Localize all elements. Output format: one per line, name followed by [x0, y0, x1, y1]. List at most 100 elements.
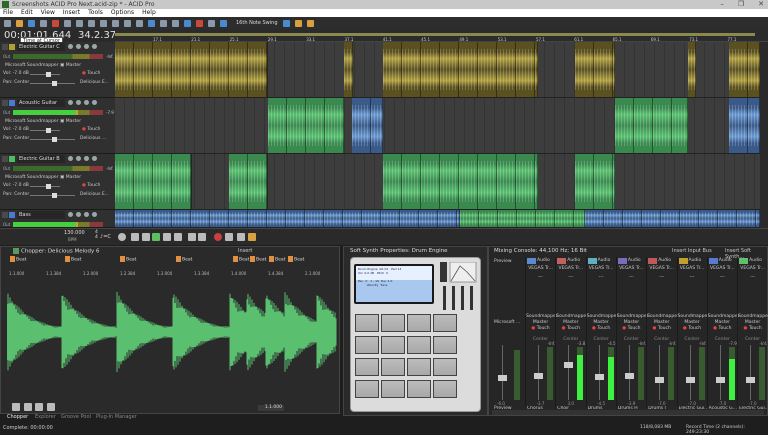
audio-event[interactable]: [287, 98, 306, 153]
channel-plugin[interactable]: VEGAS Tr...: [678, 266, 707, 271]
channel-output[interactable]: Soundmapper: [647, 314, 679, 319]
fx-icon[interactable]: [68, 44, 73, 49]
audio-event[interactable]: [440, 42, 459, 97]
track-output-device[interactable]: Microsoft Soundmapper ▣ Master: [5, 119, 81, 124]
chopper-insert-button[interactable]: Insert: [238, 248, 252, 254]
audio-event[interactable]: [459, 42, 478, 97]
audio-event[interactable]: [438, 210, 457, 227]
track-lane[interactable]: [115, 42, 760, 98]
drum-pad[interactable]: [355, 314, 379, 332]
drum-pad[interactable]: [433, 336, 457, 354]
punch-out-button[interactable]: [248, 233, 256, 241]
audio-event[interactable]: [672, 98, 688, 153]
menu-help[interactable]: Help: [142, 9, 156, 17]
chopper-go-end-button[interactable]: [47, 403, 55, 411]
audio-event[interactable]: [402, 154, 421, 209]
mute-icon[interactable]: [76, 156, 81, 161]
channel-plugin-slot[interactable]: ---: [617, 275, 646, 280]
audio-event[interactable]: [383, 154, 402, 209]
track-lane[interactable]: [115, 154, 760, 210]
solo-icon[interactable]: [84, 212, 89, 217]
render-icon[interactable]: [40, 19, 47, 27]
tab-plugin-manager[interactable]: Plug-In Manager: [96, 414, 137, 421]
snap-icon[interactable]: [136, 19, 143, 27]
audio-event[interactable]: [115, 154, 134, 209]
track-header[interactable]: Electric Guitar B Out -Inf. Microsoft So…: [0, 154, 115, 210]
audio-event[interactable]: [229, 42, 248, 97]
audio-event[interactable]: [267, 210, 286, 227]
audio-event[interactable]: [478, 154, 497, 209]
chopper-stop-button[interactable]: [35, 403, 43, 411]
audio-event[interactable]: [594, 42, 613, 97]
audio-event[interactable]: [613, 42, 615, 97]
close-button[interactable]: ✕: [758, 0, 764, 9]
audio-event[interactable]: [575, 154, 594, 209]
channel-plugin[interactable]: VEGAS Tr...: [617, 266, 646, 271]
channel-automation[interactable]: ● Touch: [678, 326, 707, 331]
menu-edit[interactable]: Edit: [21, 9, 33, 17]
fx-icon[interactable]: [68, 156, 73, 161]
track-name[interactable]: Bass: [17, 211, 65, 219]
loop-playback-button[interactable]: [131, 233, 139, 241]
audio-event[interactable]: [517, 210, 536, 227]
channel-fader-track[interactable]: [659, 345, 661, 400]
drum-pad[interactable]: [381, 314, 405, 332]
fader-3[interactable]: [461, 286, 464, 310]
erase-tool-icon[interactable]: [196, 19, 203, 27]
new-icon[interactable]: [4, 19, 11, 27]
channel-plugin[interactable]: VEGAS Tr...: [556, 266, 585, 271]
track-header[interactable]: Electric Guitar C Out -Inf. Microsoft So…: [0, 42, 115, 98]
audio-event[interactable]: [325, 98, 344, 153]
audio-event[interactable]: [153, 154, 172, 209]
channel-automation[interactable]: ● Touch: [738, 326, 767, 331]
vertical-scrollbar[interactable]: [760, 42, 768, 228]
chopper-play-button[interactable]: [24, 403, 32, 411]
track-output-device[interactable]: Microsoft Soundmapper ▣ Master: [5, 175, 81, 180]
open-icon[interactable]: [16, 19, 23, 27]
track-name[interactable]: Electric Guitar C: [17, 43, 65, 51]
audio-event[interactable]: [191, 42, 210, 97]
drum-pad[interactable]: [355, 380, 379, 398]
channel-output[interactable]: Soundmapper: [587, 314, 619, 319]
arm-icon[interactable]: [92, 156, 97, 161]
audio-event[interactable]: [575, 42, 594, 97]
audio-event[interactable]: [498, 210, 517, 227]
drum-pad[interactable]: [433, 358, 457, 376]
audio-event[interactable]: [421, 154, 440, 209]
audio-event[interactable]: [516, 42, 535, 97]
audio-event[interactable]: [535, 154, 538, 209]
audio-event[interactable]: [172, 154, 191, 209]
drum-pad[interactable]: [433, 380, 457, 398]
scissors-icon[interactable]: [124, 19, 131, 27]
volume-thumb[interactable]: [46, 128, 51, 133]
audio-event[interactable]: [362, 210, 381, 227]
track-lane[interactable]: [115, 210, 760, 228]
pan-thumb[interactable]: [52, 81, 57, 86]
track-name[interactable]: Electric Guitar B: [17, 155, 65, 163]
pan-thumb[interactable]: [52, 193, 57, 198]
audio-event[interactable]: [383, 42, 402, 97]
track-plugin[interactable]: Delicious ...: [80, 136, 106, 141]
audio-event[interactable]: [191, 154, 192, 209]
track-lanes[interactable]: [115, 42, 760, 228]
play-from-start-button[interactable]: [142, 233, 150, 241]
channel-automation[interactable]: ● Touch: [526, 326, 555, 331]
audio-event[interactable]: [748, 98, 760, 153]
channel-fader[interactable]: [685, 377, 695, 383]
audio-event[interactable]: [699, 210, 718, 227]
groove-icon[interactable]: [282, 19, 290, 27]
channel-plugin[interactable]: VEGAS Tr...: [647, 266, 676, 271]
go-to-start-button[interactable]: [188, 233, 196, 241]
solo-icon[interactable]: [84, 156, 89, 161]
beat-marker[interactable]: Beat: [233, 256, 249, 263]
audio-event[interactable]: [497, 42, 516, 97]
audio-event[interactable]: [535, 42, 538, 97]
play-button[interactable]: [152, 233, 160, 241]
audio-event[interactable]: [634, 98, 653, 153]
drum-pad[interactable]: [407, 314, 431, 332]
cut-icon[interactable]: [52, 19, 59, 27]
audio-event[interactable]: [371, 98, 383, 153]
audio-event[interactable]: [267, 42, 268, 97]
menu-options[interactable]: Options: [111, 9, 134, 17]
audio-event[interactable]: [352, 98, 371, 153]
